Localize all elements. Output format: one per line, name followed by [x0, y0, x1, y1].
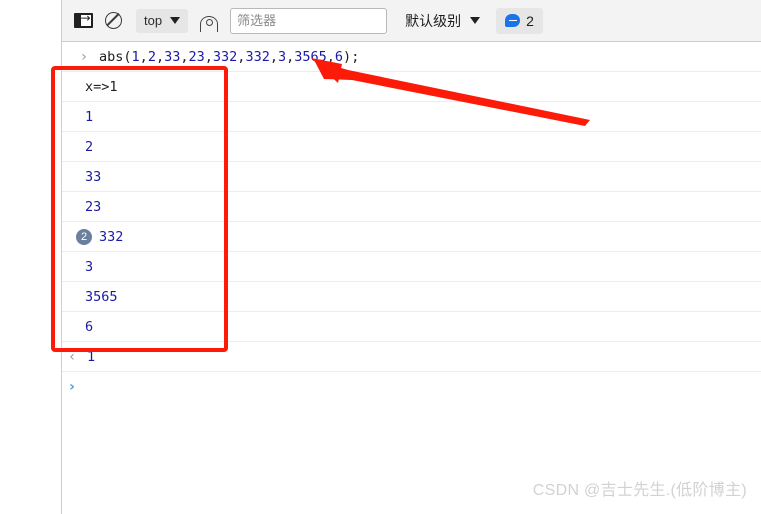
input-prompt-icon: › — [69, 379, 75, 395]
left-gutter — [0, 0, 61, 514]
repeat-count-badge: 2 — [76, 228, 92, 245]
console-input-row[interactable]: › — [62, 372, 761, 402]
log-value: x=>1 — [85, 78, 118, 95]
console-log-row: 6 — [62, 312, 761, 342]
console-output-area[interactable]: › abs(1,2,33,23,332,332,3,3565,6); x=>1 … — [62, 42, 761, 514]
chevron-down-icon — [470, 17, 481, 24]
console-command-row[interactable]: › abs(1,2,33,23,332,332,3,3565,6); — [62, 42, 761, 72]
log-value: 3 — [85, 258, 94, 275]
console-log-row: 2 — [62, 132, 761, 162]
log-value: 23 — [85, 198, 102, 215]
message-count-button[interactable]: 2 — [496, 7, 543, 34]
console-log-row: 33 — [62, 162, 761, 192]
log-value: 332 — [99, 228, 124, 245]
command-text: abs(1,2,33,23,332,332,3,3565,6); — [99, 48, 360, 65]
console-log-row: 3565 — [62, 282, 761, 312]
console-log-row: 1 — [62, 102, 761, 132]
console-log-row: x=>1 — [62, 72, 761, 102]
execution-context-label: top — [144, 13, 163, 28]
log-value: 33 — [85, 168, 102, 185]
message-count-label: 2 — [526, 12, 534, 29]
log-value: 6 — [85, 318, 94, 335]
log-value: 1 — [85, 108, 94, 125]
console-log-row-repeated: 2 332 — [62, 222, 761, 252]
live-expression-button[interactable] — [196, 8, 222, 34]
clear-console-button[interactable] — [100, 8, 126, 34]
console-return-row: ‹ 1 — [62, 342, 761, 372]
clear-console-icon — [104, 12, 122, 29]
chevron-down-icon — [170, 17, 181, 24]
drawer-toggle-icon — [73, 11, 93, 28]
log-level-label: 默认级别 — [405, 12, 462, 29]
execution-context-select[interactable]: top — [136, 8, 189, 33]
log-level-select[interactable]: 默认级别 — [401, 9, 484, 33]
console-log-row: 23 — [62, 192, 761, 222]
return-value: 1 — [87, 348, 96, 365]
command-chevron-icon: › — [81, 48, 87, 65]
log-value: 3565 — [85, 288, 118, 305]
watermark-text: CSDN @吉士先生.(低阶博主) — [532, 482, 747, 499]
console-toolbar: top 默认级别 2 — [62, 0, 761, 42]
speech-bubble-icon — [505, 14, 521, 27]
live-expression-eye-icon — [199, 15, 219, 32]
drawer-toggle-button[interactable] — [70, 8, 96, 34]
return-chevron-icon: ‹ — [69, 348, 75, 365]
devtools-console-window: top 默认级别 2 › abs(1,2,33,23,332,332,3,356… — [0, 0, 761, 514]
console-log-row: 3 — [62, 252, 761, 282]
log-value: 2 — [85, 138, 94, 155]
filter-input[interactable] — [230, 7, 388, 34]
